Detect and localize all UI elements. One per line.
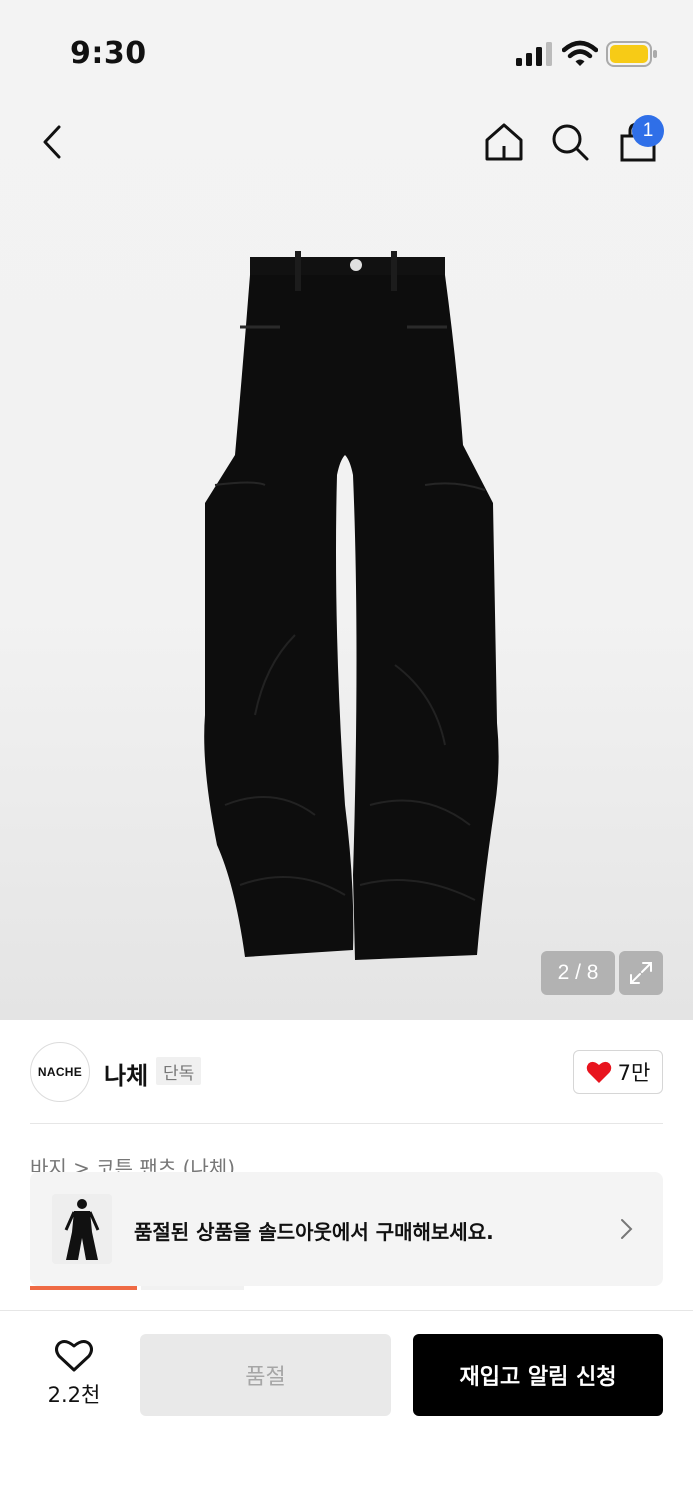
soldout-button[interactable]: 품절 bbox=[140, 1334, 391, 1416]
battery-icon bbox=[606, 41, 657, 67]
tab-indicator bbox=[141, 1286, 244, 1290]
model-thumbnail-image bbox=[52, 1194, 112, 1264]
divider bbox=[30, 1123, 663, 1124]
search-icon bbox=[552, 124, 589, 161]
home-button[interactable] bbox=[480, 118, 528, 166]
breadcrumb[interactable]: 바지 > 코튼 팬츠 (나체) bbox=[30, 1152, 235, 1172]
gallery-pager: 2 / 8 bbox=[541, 951, 615, 995]
home-icon bbox=[485, 123, 523, 161]
active-tab-indicator bbox=[30, 1286, 137, 1290]
chevron-right-icon bbox=[621, 1219, 633, 1239]
bottom-action-bar: 2.2천 품절 재입고 알림 신청 bbox=[0, 1310, 693, 1500]
brand-row: NACHE 나체 단독 7만 bbox=[0, 1020, 693, 1124]
wishlist-button[interactable]: 2.2천 bbox=[40, 1339, 108, 1409]
product-hero: 9:30 1 2 / 8 bbox=[0, 0, 693, 1020]
status-time: 9:30 bbox=[70, 36, 147, 71]
restock-alert-button[interactable]: 재입고 알림 신청 bbox=[413, 1334, 663, 1416]
expand-icon bbox=[630, 962, 652, 984]
cellular-signal-icon bbox=[516, 42, 552, 66]
soldout-thumbnail bbox=[52, 1194, 112, 1264]
heart-filled-icon bbox=[586, 1061, 611, 1083]
soldout-banner[interactable]: 품절된 상품을 솔드아웃에서 구매해보세요. bbox=[30, 1172, 663, 1286]
back-icon bbox=[43, 125, 61, 159]
back-button[interactable] bbox=[28, 118, 76, 166]
wishlist-count: 2.2천 bbox=[47, 1383, 101, 1407]
exclusive-badge: 단독 bbox=[156, 1057, 202, 1085]
brand-like-button[interactable]: 7만 bbox=[573, 1050, 663, 1094]
search-button[interactable] bbox=[546, 118, 594, 166]
brand-name[interactable]: 나체 bbox=[104, 1056, 148, 1091]
cart-count-badge: 1 bbox=[632, 115, 664, 147]
heart-outline-icon bbox=[55, 1340, 93, 1372]
soldout-banner-text: 품절된 상품을 솔드아웃에서 구매해보세요. bbox=[134, 1220, 494, 1244]
brand-logo[interactable]: NACHE bbox=[30, 1042, 90, 1102]
wifi-icon bbox=[562, 40, 598, 66]
status-bar: 9:30 bbox=[0, 0, 693, 100]
product-image-pants[interactable] bbox=[195, 245, 505, 970]
expand-image-button[interactable] bbox=[619, 951, 663, 995]
top-navigation bbox=[0, 110, 693, 174]
brand-like-count: 7만 bbox=[617, 1061, 651, 1085]
